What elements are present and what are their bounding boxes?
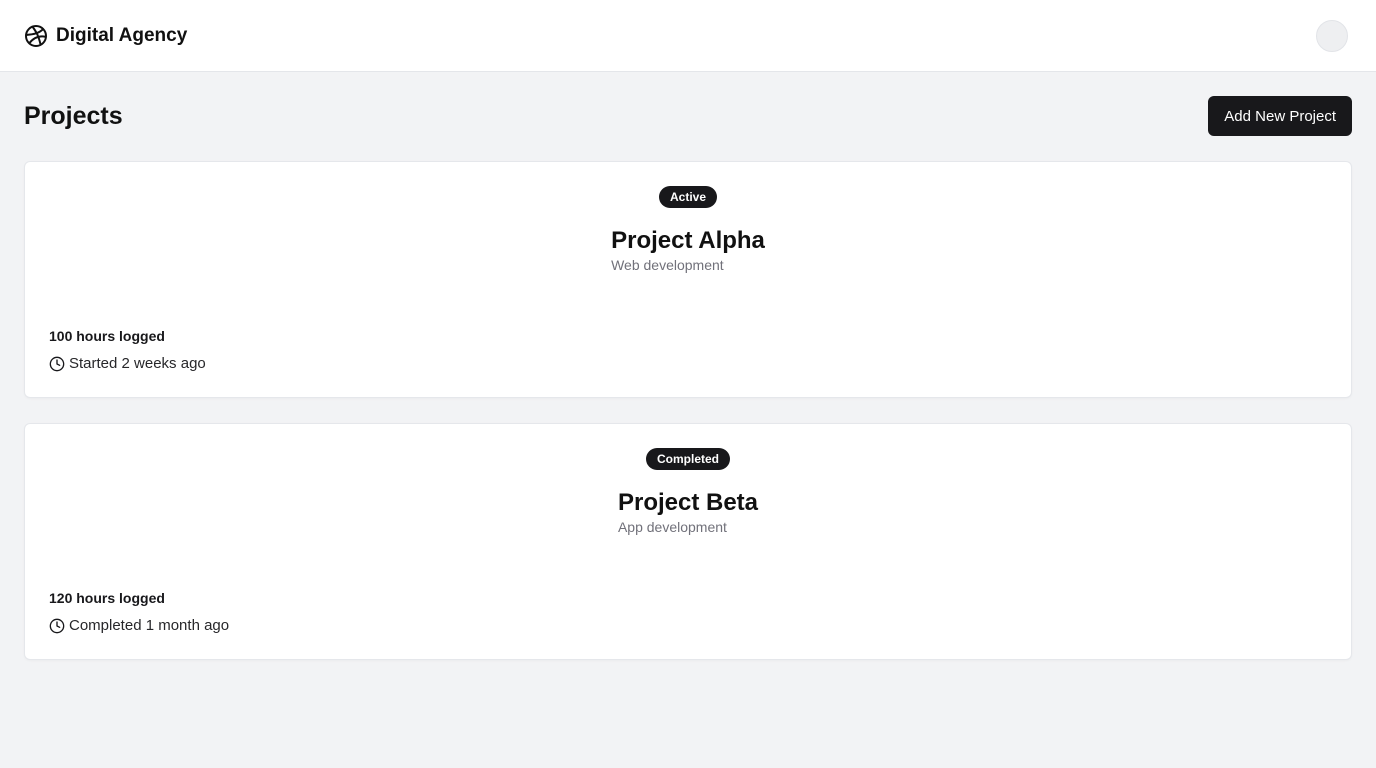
status-badge: Completed <box>645 448 730 470</box>
hours-logged: 120 hours logged <box>49 590 165 606</box>
project-card-header: Completed Project Beta App development <box>49 448 1327 536</box>
project-card[interactable]: Completed Project Beta App development 1… <box>24 423 1352 660</box>
page-header: Projects Add New Project <box>24 96 1352 136</box>
timeline-text: Started 2 weeks ago <box>69 355 206 372</box>
timeline-text: Completed 1 month ago <box>69 617 230 634</box>
add-new-project-button[interactable]: Add New Project <box>1208 96 1352 136</box>
user-avatar[interactable] <box>1316 19 1348 52</box>
project-title: Project Beta <box>617 489 759 516</box>
clock-icon <box>49 618 65 634</box>
project-title: Project Alpha <box>611 227 765 254</box>
project-card-footer: 100 hours logged Started 2 weeks ago <box>49 327 206 373</box>
brand[interactable]: Digital Agency <box>24 24 187 48</box>
brand-name: Digital Agency <box>56 24 188 46</box>
main-content: Projects Add New Project Active Project … <box>0 72 1376 684</box>
project-title-block: Project Alpha Web development <box>611 226 765 274</box>
status-badge: Active <box>658 186 718 208</box>
project-title-block: Project Beta App development <box>618 488 758 536</box>
clock-icon <box>49 356 65 372</box>
hours-logged: 100 hours logged <box>49 328 165 344</box>
project-timeline: Started 2 weeks ago <box>49 355 206 373</box>
dribbble-icon <box>24 24 48 48</box>
page-title: Projects <box>24 101 123 130</box>
project-card-header: Active Project Alpha Web development <box>49 186 1327 274</box>
project-category: Web development <box>611 257 724 273</box>
project-category: App development <box>617 519 727 535</box>
project-card[interactable]: Active Project Alpha Web development 100… <box>24 161 1352 398</box>
project-list: Active Project Alpha Web development 100… <box>24 161 1352 660</box>
project-card-footer: 120 hours logged Completed 1 month ago <box>49 589 229 635</box>
project-timeline: Completed 1 month ago <box>49 617 229 635</box>
top-navbar: Digital Agency <box>0 0 1376 72</box>
